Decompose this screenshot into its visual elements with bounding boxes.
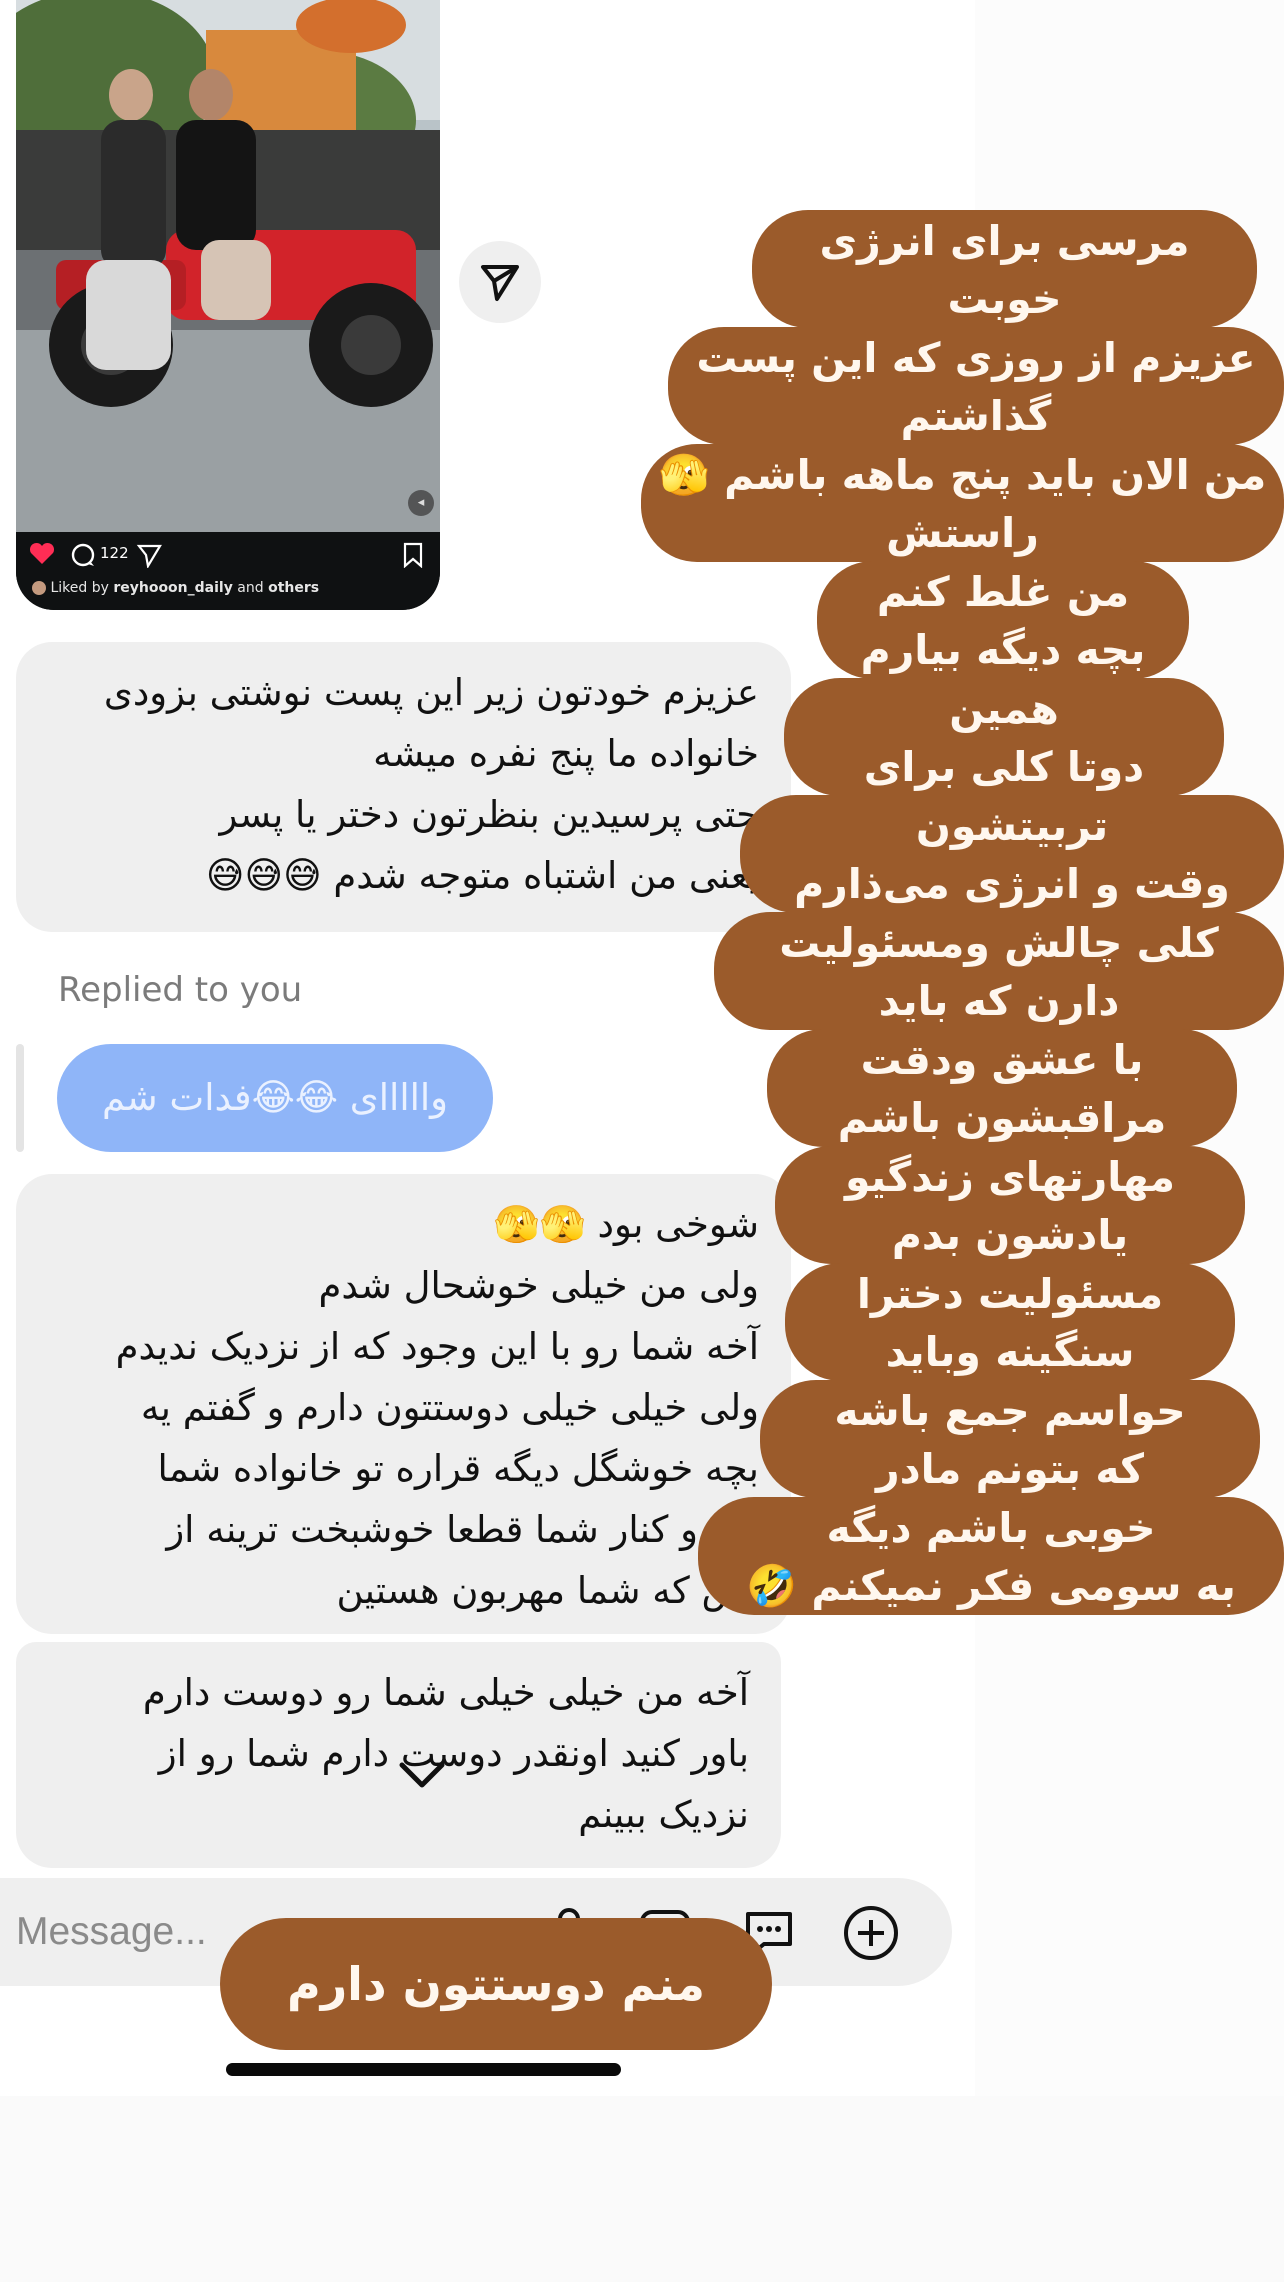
story-text-line: عزیزم از روزی که این پست گذاشتم [668, 327, 1284, 445]
chevron-down-icon[interactable] [392, 1745, 452, 1805]
comment-icon[interactable] [70, 542, 96, 568]
story-text-line: همین دوتا کلی برای [784, 678, 1224, 796]
story-text-bottom: منم دوستتون دارم [220, 1918, 772, 2050]
liked-by-row[interactable]: Liked by reyhooon_daily and others [32, 580, 319, 596]
home-indicator [226, 2063, 621, 2076]
shared-post-card[interactable]: ◂ 122 Liked by reyhooon_daily and others [16, 0, 440, 610]
story-text-line: من الان باید پنج ماهه باشم 🫣 راستش [641, 444, 1284, 562]
post-action-bar: 122 Liked by reyhooon_daily and others [16, 532, 440, 610]
story-text-line: مسئولیت دخترا سنگینه وباید [785, 1263, 1235, 1381]
liked-by-avatar [32, 581, 46, 595]
liked-by-user[interactable]: reyhooon_daily [113, 580, 233, 596]
story-text-line: با عشق ودقت مراقبشون باشم [767, 1029, 1237, 1147]
story-text-line: مرسی برای انرژی خوبت [752, 210, 1257, 328]
mute-icon[interactable]: ◂ [408, 490, 434, 516]
liked-by-prefix: Liked by [50, 580, 109, 596]
share-post-button[interactable] [459, 241, 541, 323]
message-bubble-incoming[interactable]: شوخی بود 🫣🫣 ولی من خیلی خوشحال شدم آخه ش… [16, 1174, 791, 1634]
post-photo[interactable] [16, 0, 440, 532]
liked-by-others[interactable]: others [268, 580, 319, 596]
reply-quoted-message[interactable]: وااااای 😂😂فدات شم [57, 1044, 493, 1152]
story-text-line: مهارتهای زندگیو یادشون بدم [775, 1146, 1245, 1264]
story-text-line: تربیتشون وقت و انرژی می‌ذارم [740, 795, 1284, 913]
heart-icon[interactable] [28, 542, 56, 566]
reply-quote-bar [16, 1044, 24, 1152]
bookmark-icon[interactable] [402, 542, 424, 568]
replied-to-you-label: Replied to you [58, 970, 303, 1010]
message-bubble-incoming[interactable]: عزیزم خودتون زیر این پست نوشتی بزودی خان… [16, 642, 791, 932]
story-text-line: حواسم جمع باشه که بتونم مادر [760, 1380, 1260, 1498]
add-circle-icon[interactable] [842, 1904, 900, 1962]
blank-area [0, 2096, 1284, 2282]
story-text-line: کلی چالش ومسئولیت دارن که باید [714, 912, 1284, 1030]
share-icon[interactable] [136, 542, 162, 568]
send-icon [481, 265, 519, 301]
liked-by-and: and [237, 580, 264, 596]
story-text-line: من غلط کنم بچه دیگه بیارم [817, 561, 1189, 679]
story-text-line: خوبی باشم دیگه به سومی فکر نمیکنم 🤣 [698, 1497, 1284, 1615]
comment-count: 122 [100, 544, 129, 562]
